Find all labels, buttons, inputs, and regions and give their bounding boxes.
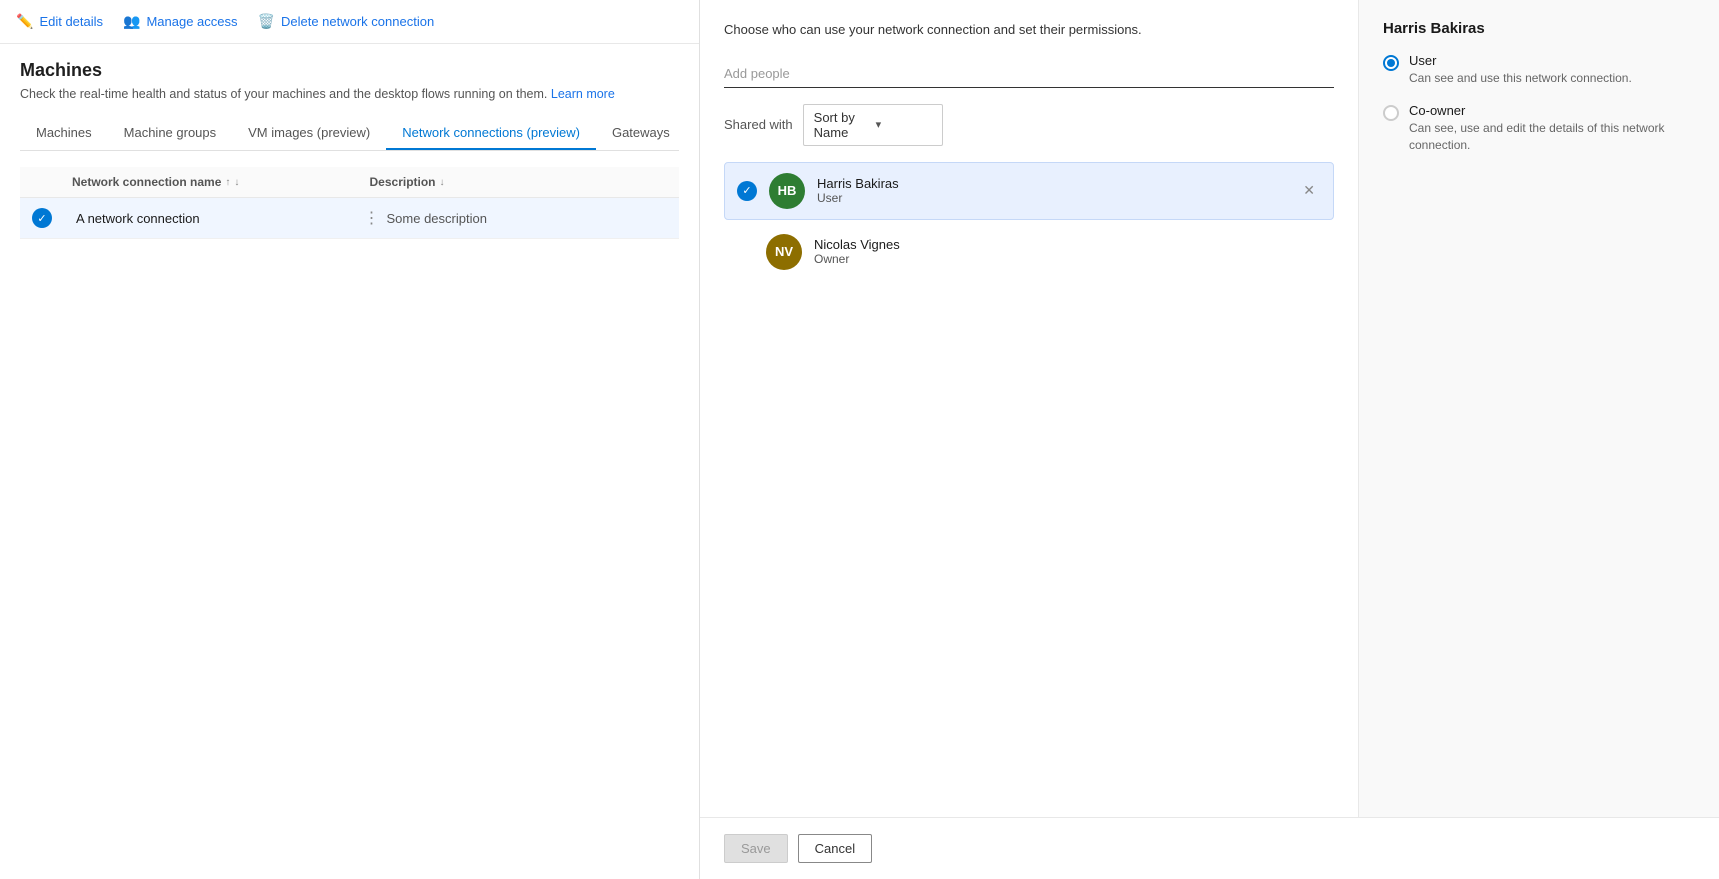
selected-user-name: Harris Bakiras: [1383, 20, 1695, 37]
user-name-harris: Harris Bakiras: [817, 176, 1285, 191]
col-desc-header[interactable]: Description ↓: [370, 175, 668, 189]
role-coowner-text: Co-owner Can see, use and edit the detai…: [1409, 103, 1695, 154]
cancel-button[interactable]: Cancel: [798, 834, 872, 863]
manage-icon: 👥: [123, 13, 140, 30]
delete-icon: 🗑️: [258, 13, 275, 30]
toolbar: ✏️ Edit details 👥 Manage access 🗑️ Delet…: [0, 0, 699, 44]
manage-label: Manage access: [146, 14, 237, 29]
page-title: Machines: [20, 60, 679, 81]
tab-gateways[interactable]: Gateways: [596, 117, 686, 150]
chevron-down-icon: ▾: [876, 118, 932, 131]
save-button[interactable]: Save: [724, 834, 788, 863]
edit-details-button[interactable]: ✏️ Edit details: [16, 13, 103, 30]
user-item-nicolas[interactable]: NV Nicolas Vignes Owner: [724, 224, 1334, 280]
left-panel: ✏️ Edit details 👥 Manage access 🗑️ Delet…: [0, 0, 700, 879]
table-row[interactable]: ✓ A network connection ⋮ Some descriptio…: [20, 198, 679, 239]
learn-more-link[interactable]: Learn more: [551, 87, 615, 101]
table-header: Network connection name ↑ ↓ Description …: [20, 167, 679, 198]
user-check-harris: ✓: [737, 181, 757, 201]
user-role-harris: User: [817, 191, 1285, 205]
detail-section: Harris Bakiras User Can see and use this…: [1359, 0, 1719, 817]
sort-desc-arrow: ↓: [440, 177, 445, 188]
role-coowner-option[interactable]: Co-owner Can see, use and edit the detai…: [1383, 103, 1695, 154]
tab-machine-groups[interactable]: Machine groups: [108, 117, 233, 150]
sort-desc-icon: ↓: [234, 177, 239, 188]
sort-dropdown-label: Sort by Name: [814, 110, 870, 140]
row-more-button[interactable]: ⋮: [357, 208, 387, 228]
user-name-nicolas: Nicolas Vignes: [814, 237, 1322, 252]
page-subtitle: Check the real-time health and status of…: [20, 87, 679, 101]
right-panel-content: Choose who can use your network connecti…: [700, 0, 1719, 817]
tab-vm-images[interactable]: VM images (preview): [232, 117, 386, 150]
col-name-header[interactable]: Network connection name ↑ ↓: [72, 175, 370, 189]
row-name: A network connection: [72, 211, 357, 226]
edit-icon: ✏️: [16, 13, 33, 30]
sort-dropdown[interactable]: Sort by Name ▾: [803, 104, 943, 146]
main-content: Machines Check the real-time health and …: [0, 44, 699, 879]
shared-with-row: Shared with Sort by Name ▾: [724, 104, 1334, 146]
role-user-text: User Can see and use this network connec…: [1409, 53, 1632, 87]
role-coowner-desc: Can see, use and edit the details of thi…: [1409, 120, 1695, 154]
role-user-option[interactable]: User Can see and use this network connec…: [1383, 53, 1695, 87]
role-user-label: User: [1409, 53, 1632, 68]
add-people-input[interactable]: [724, 60, 1334, 88]
role-user-radio[interactable]: [1383, 55, 1399, 71]
tab-machines[interactable]: Machines: [20, 117, 108, 150]
bottom-actions: Save Cancel: [700, 817, 1719, 879]
role-user-desc: Can see and use this network connection.: [1409, 70, 1632, 87]
avatar-nicolas: NV: [766, 234, 802, 270]
tab-network-connections[interactable]: Network connections (preview): [386, 117, 596, 150]
role-coowner-radio[interactable]: [1383, 105, 1399, 121]
sort-asc-icon: ↑: [225, 177, 230, 188]
shared-with-label: Shared with: [724, 117, 793, 132]
delete-label: Delete network connection: [281, 14, 434, 29]
middle-section: Choose who can use your network connecti…: [700, 0, 1359, 817]
avatar-harris: HB: [769, 173, 805, 209]
tabs: Machines Machine groups VM images (previ…: [20, 117, 679, 151]
remove-harris-button[interactable]: ✕: [1297, 180, 1321, 201]
right-panel: Choose who can use your network connecti…: [700, 0, 1719, 879]
delete-connection-button[interactable]: 🗑️ Delete network connection: [258, 13, 435, 30]
check-circle: ✓: [32, 208, 52, 228]
user-info-nicolas: Nicolas Vignes Owner: [814, 237, 1322, 266]
user-info-harris: Harris Bakiras User: [817, 176, 1285, 205]
row-description: Some description: [387, 211, 668, 226]
user-role-nicolas: Owner: [814, 252, 1322, 266]
manage-access-button[interactable]: 👥 Manage access: [123, 13, 238, 30]
user-item-harris[interactable]: ✓ HB Harris Bakiras User ✕: [724, 162, 1334, 220]
user-list: ✓ HB Harris Bakiras User ✕ NV: [724, 162, 1334, 280]
edit-label: Edit details: [39, 14, 103, 29]
row-check: ✓: [32, 208, 72, 228]
access-description: Choose who can use your network connecti…: [724, 20, 1334, 40]
role-coowner-label: Co-owner: [1409, 103, 1695, 118]
role-radio-group: User Can see and use this network connec…: [1383, 53, 1695, 153]
